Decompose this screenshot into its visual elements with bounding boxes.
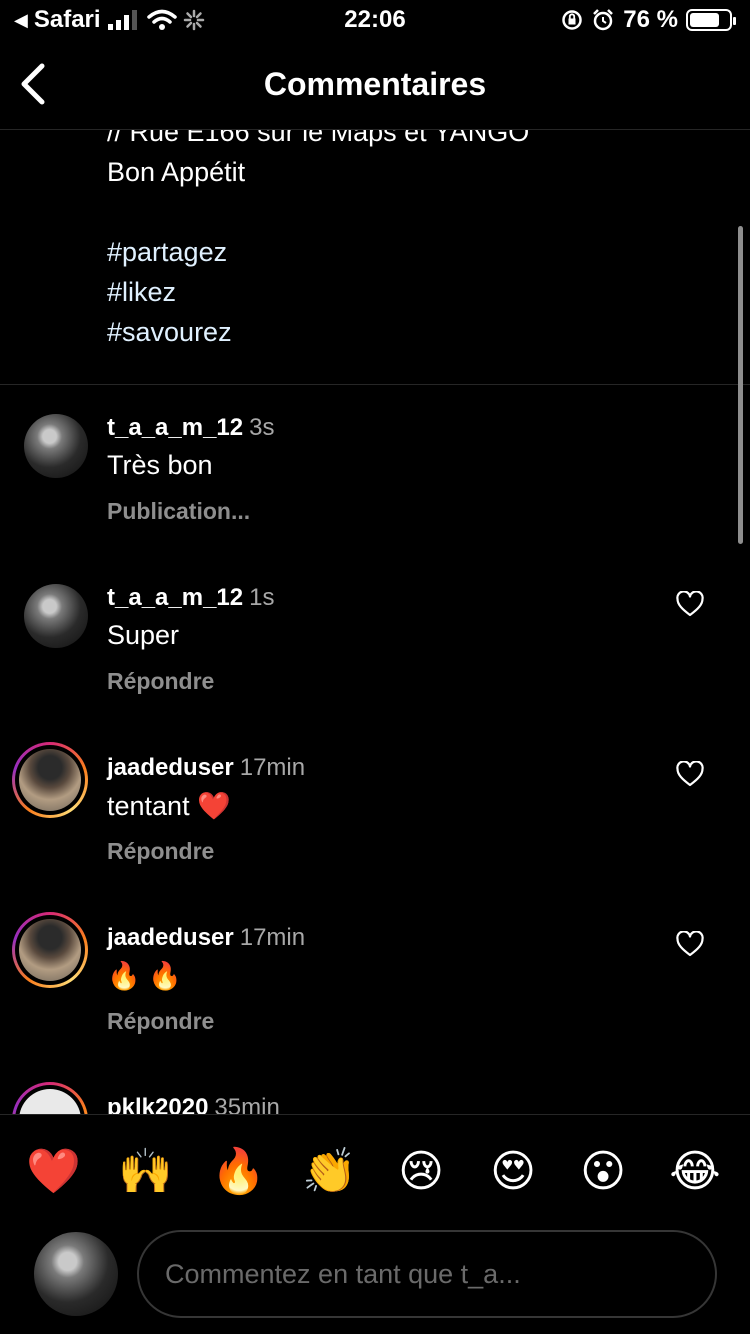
- battery-level: [690, 13, 719, 27]
- heart-outline-icon: [676, 590, 704, 617]
- current-user-avatar: [34, 1232, 118, 1316]
- comment-time: 1s: [249, 584, 275, 611]
- comment-username[interactable]: jaadeduser: [107, 924, 234, 951]
- comment-avatar[interactable]: [12, 742, 88, 818]
- comment-time: 3s: [249, 414, 275, 441]
- comment-avatar[interactable]: [24, 414, 88, 478]
- caption-hashtag[interactable]: #savourez: [107, 312, 529, 352]
- page-title: Commentaires: [263, 66, 487, 102]
- comment-row: t_a_a_m_12 1s Super Répondre: [0, 556, 750, 726]
- comment-username[interactable]: jaadeduser: [107, 754, 234, 781]
- comment-row: jaadeduser 17min 🔥 🔥 Répondre: [0, 896, 750, 1066]
- comment-text: 🔥 🔥: [107, 961, 182, 991]
- caption-line: [107, 192, 529, 232]
- comment-avatar[interactable]: [12, 1082, 88, 1114]
- caption-hashtag[interactable]: #likez: [107, 272, 529, 312]
- screen: ◀ Safari 22:06 76 % Commentaires // Rue …: [0, 0, 750, 1334]
- reaction-emoji[interactable]: 😍: [486, 1145, 540, 1199]
- comment-text: Super: [107, 620, 180, 650]
- reaction-emoji[interactable]: ❤️: [26, 1145, 81, 1199]
- reaction-emoji[interactable]: 👏: [302, 1145, 357, 1199]
- comment-avatar[interactable]: [24, 584, 88, 648]
- comment-time: 17min: [239, 754, 306, 781]
- comment-username[interactable]: t_a_a_m_12: [107, 414, 243, 441]
- caption-hashtag[interactable]: #partagez: [107, 232, 529, 272]
- orientation-lock-icon: [562, 10, 583, 30]
- scrollbar[interactable]: [738, 226, 743, 544]
- battery-icon: [686, 9, 736, 31]
- status-right: 76 %: [561, 6, 736, 34]
- quick-reactions-bar: ❤️ 🙌 🔥 👏 😢 😍 😮 😂: [0, 1114, 750, 1224]
- comment-input[interactable]: [137, 1230, 717, 1318]
- comment-composer: [0, 1224, 750, 1334]
- comment-header: t_a_a_m_12 3s: [107, 414, 274, 442]
- comment-text: tentant ❤️: [107, 791, 231, 821]
- comment-username[interactable]: pklk2020: [107, 1094, 208, 1114]
- comments-list: t_a_a_m_12 3s Très bon Publication... t_a_a_…: [0, 386, 750, 1114]
- comment-avatar[interactable]: [12, 912, 88, 988]
- like-comment-button[interactable]: [676, 930, 704, 957]
- reply-button[interactable]: Répondre: [107, 668, 214, 695]
- heart-outline-icon: [676, 930, 704, 957]
- caption-line: Bon Appétit: [107, 157, 246, 187]
- reaction-emoji[interactable]: 😂: [668, 1145, 722, 1199]
- comment-row: pklk2020 35min: [0, 1066, 750, 1114]
- heart-outline-icon: [676, 760, 704, 787]
- avatar-photo: [24, 584, 88, 648]
- comment-header: jaadeduser 17min: [107, 924, 305, 952]
- comment-time: 35min: [214, 1094, 280, 1114]
- battery-percent: 76 %: [623, 6, 678, 33]
- reaction-emoji[interactable]: 😮: [576, 1145, 630, 1199]
- comment-time: 17min: [239, 924, 306, 951]
- comment-row: jaadeduser 17min tentant ❤️ Répondre: [0, 726, 750, 896]
- comment-row: t_a_a_m_12 3s Très bon Publication...: [0, 386, 750, 556]
- story-ring: [12, 1082, 88, 1114]
- comment-username[interactable]: t_a_a_m_12: [107, 584, 243, 611]
- alarm-icon: [593, 9, 614, 31]
- reaction-emoji[interactable]: 🔥: [211, 1145, 266, 1199]
- reply-button[interactable]: Répondre: [107, 1008, 214, 1035]
- posting-status: Publication...: [107, 498, 251, 524]
- story-ring: [12, 912, 88, 988]
- comment-header: pklk2020 35min: [107, 1094, 280, 1114]
- reaction-emoji[interactable]: 🙌: [118, 1145, 173, 1199]
- comment-text: Très bon: [107, 450, 213, 480]
- reaction-emoji[interactable]: 😢: [394, 1145, 448, 1199]
- battery-cap: [733, 17, 736, 25]
- caption-lines: // Rue E166 sur le Maps et YANGO Bon Appé…: [107, 130, 529, 352]
- post-caption: // Rue E166 sur le Maps et YANGO Bon Appé…: [0, 130, 750, 385]
- reply-button[interactable]: Répondre: [107, 838, 214, 865]
- story-ring: [12, 742, 88, 818]
- like-comment-button[interactable]: [676, 590, 704, 617]
- status-bar: ◀ Safari 22:06 76 %: [0, 0, 750, 40]
- comment-header: jaadeduser 17min: [107, 754, 305, 782]
- avatar-photo: [24, 414, 88, 478]
- caption-line: // Rue E166 sur le Maps et YANGO: [107, 130, 530, 147]
- comment-header: t_a_a_m_12 1s: [107, 584, 274, 612]
- like-comment-button[interactable]: [676, 760, 704, 787]
- nav-bar: Commentaires: [0, 40, 750, 130]
